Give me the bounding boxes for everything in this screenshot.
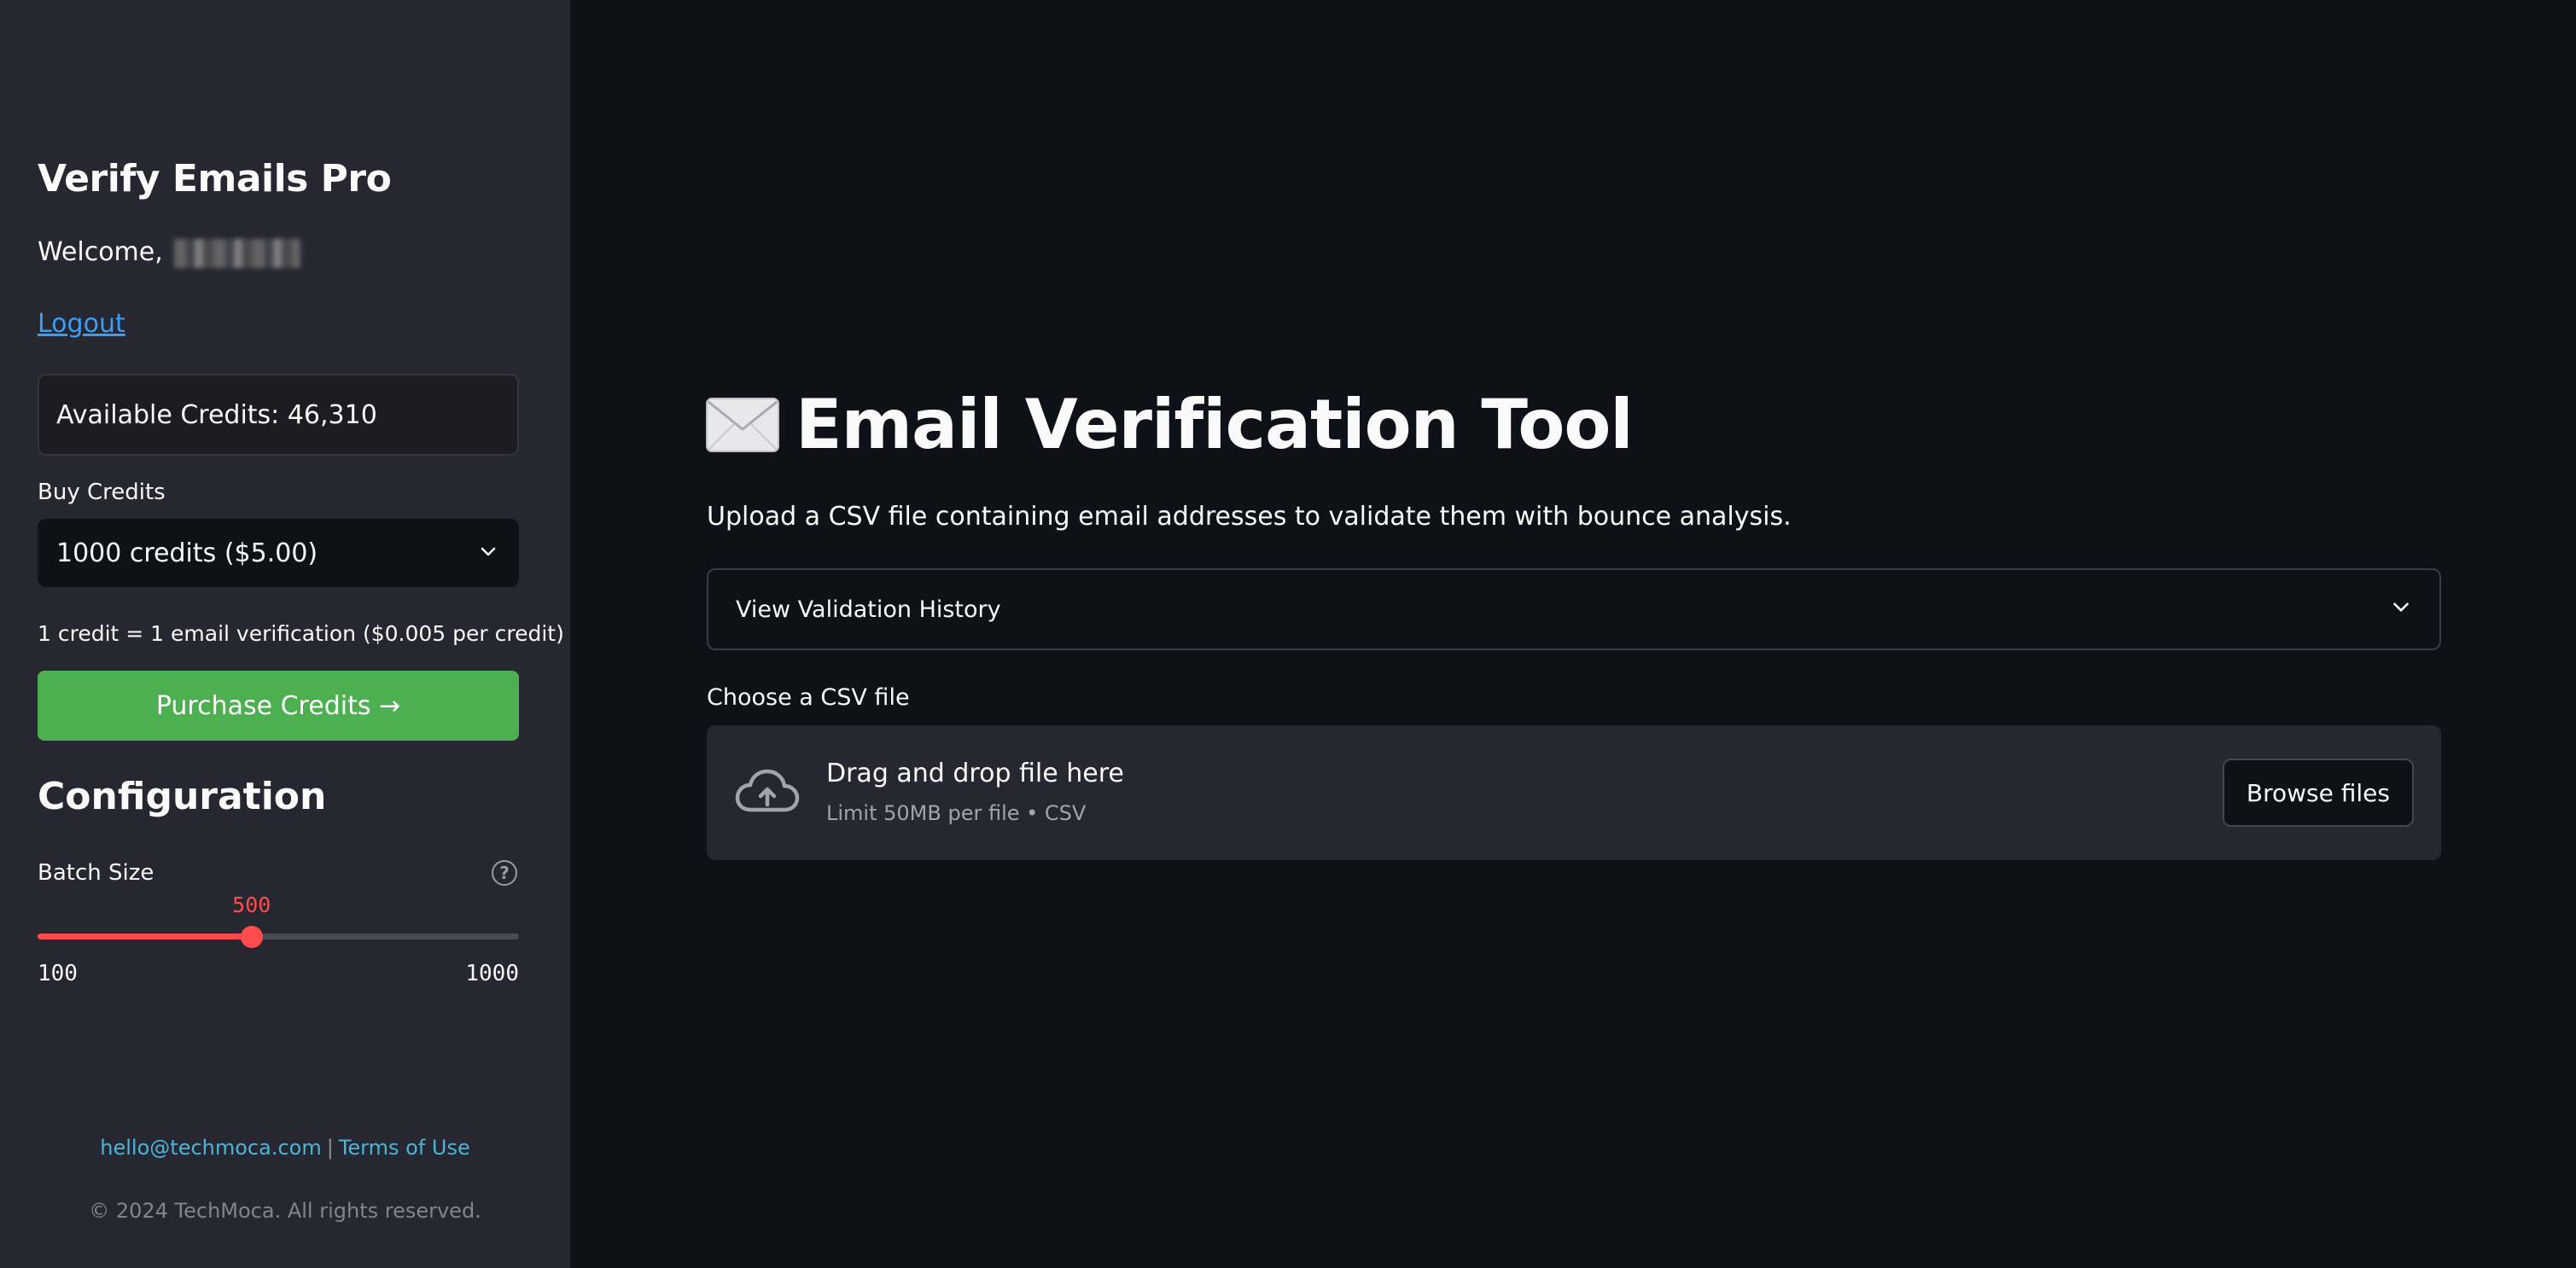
chevron-down-icon [2390,596,2412,624]
dropzone-text: Drag and drop file here Limit 50MB per f… [826,755,2223,830]
footer-links: hello@techmoca.com | Terms of Use [0,1133,570,1162]
page-subtitle: Upload a CSV file containing email addre… [707,502,1792,532]
dropzone-title: Drag and drop file here [826,759,1124,788]
terms-of-use-link[interactable]: Terms of Use [339,1136,470,1160]
sidebar: Verify Emails Pro Welcome, Logout Availa… [0,0,570,1268]
buy-credits-select[interactable]: 1000 credits ($5.00) [38,519,519,587]
buy-credits-label: Buy Credits [38,480,166,505]
help-circle-icon[interactable]: ? [492,860,517,886]
batch-size-value: 500 [232,893,271,917]
file-dropzone[interactable]: Drag and drop file here Limit 50MB per f… [707,725,2441,860]
batch-size-label: Batch Size [38,860,154,886]
redacted-username [174,238,301,268]
file-upload-label: Choose a CSV file [707,684,910,711]
footer-separator: | [326,1136,334,1160]
buy-credits-selected-value: 1000 credits ($5.00) [56,538,318,568]
envelope-icon [705,387,780,462]
batch-size-slider-fill [38,934,252,939]
validation-history-expander[interactable]: View Validation History [707,568,2441,650]
welcome-prefix: Welcome, [38,237,163,267]
batch-size-max: 1000 [465,961,519,986]
page-title: Email Verification Tool [705,382,1634,468]
available-credits-text: Available Credits: 46,310 [56,399,377,430]
browse-files-button[interactable]: Browse files [2222,759,2414,827]
logout-link[interactable]: Logout [38,305,125,343]
batch-size-min: 100 [38,961,78,986]
validation-history-label: View Validation History [736,596,1001,623]
purchase-credits-button[interactable]: Purchase Credits → [38,671,519,741]
page-title-text: Email Verification Tool [796,385,1634,464]
credit-note: 1 credit = 1 email verification ($0.005 … [38,621,564,646]
configuration-title: Configuration [38,775,327,818]
app-title: Verify Emails Pro [38,157,392,201]
batch-size-slider-track[interactable] [38,934,519,939]
dropzone-limit: Limit 50MB per file • CSV [826,801,1087,825]
chevron-down-icon [478,538,498,568]
contact-email-link[interactable]: hello@techmoca.com [100,1136,321,1160]
copyright-text: © 2024 TechMoca. All rights reserved. [89,1199,481,1223]
cloud-upload-icon [734,767,801,818]
welcome-message: Welcome, [38,234,301,271]
available-credits-box: Available Credits: 46,310 [38,374,519,456]
batch-size-slider-thumb[interactable] [240,926,263,948]
